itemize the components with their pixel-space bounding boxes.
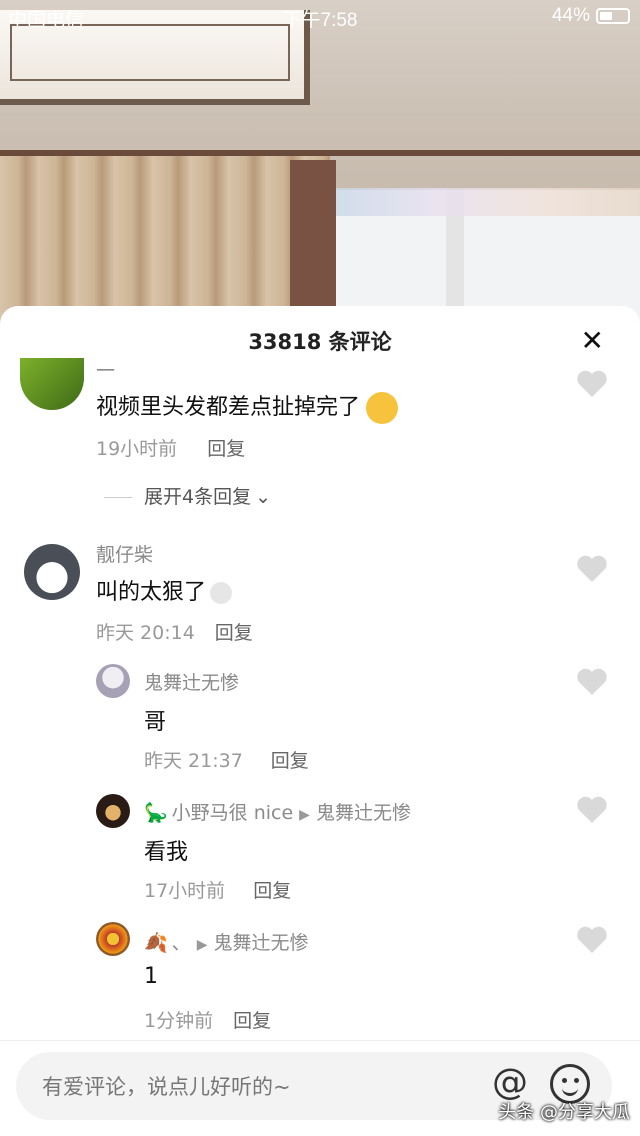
comment-text: 1	[144, 964, 158, 989]
comment-author[interactable]: 一	[96, 356, 115, 383]
comment-text: 看我	[144, 840, 189, 865]
like-heart-icon[interactable]	[576, 370, 608, 398]
status-bar: 中国电信 下午7:58 44%	[0, 0, 640, 34]
status-time: 下午7:58	[282, 10, 358, 31]
avatar[interactable]	[24, 544, 80, 600]
comment-text: 叫的太狠了	[96, 574, 233, 606]
input-divider	[0, 1040, 640, 1041]
reply-button[interactable]: 回复	[233, 1010, 271, 1032]
mention-at-icon[interactable]: @	[492, 1062, 528, 1103]
comment-author[interactable]: 🦕 小野马很 nice ▶ 鬼舞辻无惨	[144, 798, 411, 825]
thinking-emoji-icon	[366, 392, 399, 424]
chevron-down-icon: ⌄	[255, 486, 272, 508]
avatar[interactable]	[96, 794, 130, 828]
like-heart-icon[interactable]	[576, 926, 608, 954]
reply-arrow-icon: ▶	[299, 807, 310, 823]
dinosaur-icon: 🦕	[144, 802, 168, 824]
battery-percent: 44%	[551, 5, 590, 26]
dog-emoji-icon	[210, 582, 233, 604]
curtain-edge	[290, 160, 336, 330]
avatar[interactable]	[96, 664, 130, 698]
clothes-hanger	[336, 188, 640, 216]
battery-group: 44%	[552, 5, 630, 27]
comment-meta: 17小时前 回复	[144, 880, 292, 902]
reply-arrow-icon: ▶	[196, 937, 208, 953]
expand-replies-button[interactable]: 展开4条回复 ⌄	[104, 482, 271, 509]
battery-icon	[596, 8, 630, 24]
comment-meta: 19小时前 回复	[96, 438, 246, 460]
reply-button[interactable]: 回复	[253, 880, 291, 902]
comment-input-placeholder[interactable]: 有爱评论，说点儿好听的~	[42, 1071, 291, 1101]
curtain	[0, 156, 330, 330]
comment-author[interactable]: 鬼舞辻无惨	[144, 668, 239, 695]
comment-text: 视频里头发都差点扯掉完了	[96, 389, 399, 424]
comment-author[interactable]: 🍂、 ▶ 鬼舞辻无惨	[144, 928, 308, 955]
comment-meta: 昨天 20:14 回复	[96, 622, 253, 644]
comment-meta: 昨天 21:37 回复	[144, 750, 309, 772]
close-icon[interactable]: ✕	[581, 324, 604, 357]
reply-button[interactable]: 回复	[215, 622, 253, 644]
like-heart-icon[interactable]	[576, 555, 608, 583]
watermark: 头条 @分享大瓜	[498, 1102, 630, 1123]
comment-sheet: 33818 条评论 ✕	[0, 306, 640, 1136]
comment-author[interactable]: 靓仔柴	[96, 540, 153, 567]
leaf-icon: 🍂	[144, 932, 168, 954]
reply-button[interactable]: 回复	[271, 750, 309, 772]
like-heart-icon[interactable]	[576, 796, 608, 824]
video-background	[0, 0, 640, 330]
comment-text: 哥	[144, 710, 167, 735]
like-heart-icon[interactable]	[576, 668, 608, 696]
sheet-title: 33818 条评论	[248, 330, 392, 354]
reply-button[interactable]: 回复	[207, 438, 245, 460]
comment-meta: 1分钟前 回复	[144, 1010, 272, 1032]
avatar[interactable]	[96, 922, 130, 956]
